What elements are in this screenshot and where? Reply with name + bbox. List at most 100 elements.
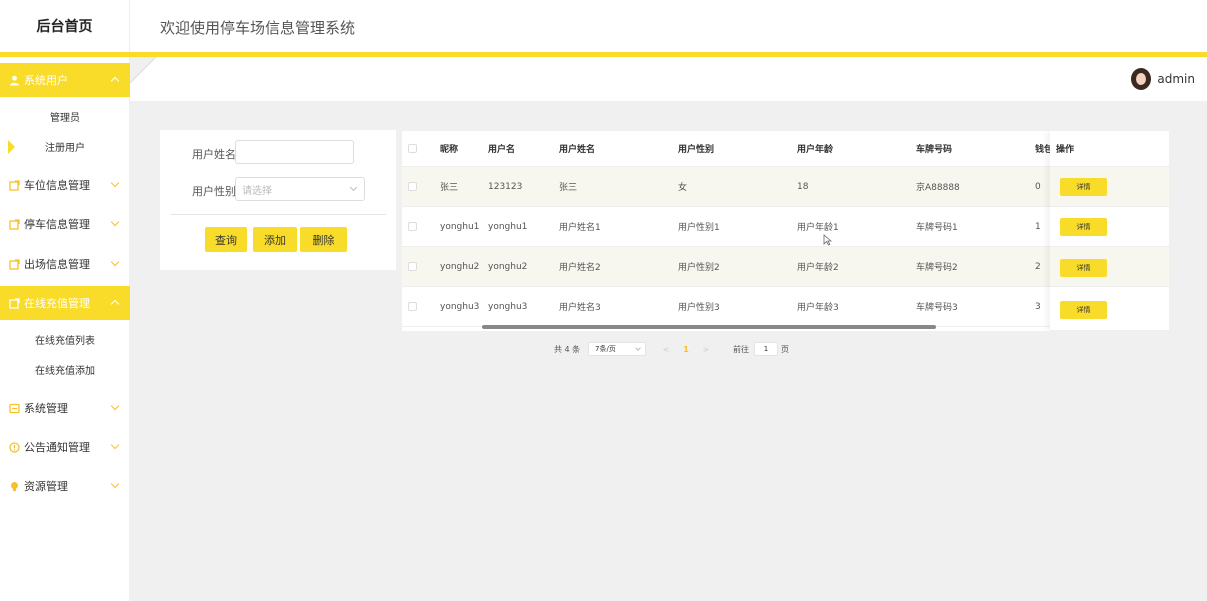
chevron-down-icon (349, 183, 358, 192)
bulb-icon (9, 481, 20, 492)
sidebar-item-system-users[interactable]: 系统用户 (0, 63, 130, 97)
cell-realname: 用户姓名2 (559, 263, 601, 273)
sidebar-item-announcements[interactable]: 公告通知管理 (0, 430, 130, 464)
sidebar-item-resources[interactable]: 资源管理 (0, 469, 130, 503)
edit-icon (9, 179, 20, 191)
col-nickname[interactable]: 昵称 (440, 131, 458, 166)
operation-column: 操作 详情 详情 详情 详情 (1050, 131, 1169, 331)
col-realname[interactable]: 用户姓名 (559, 131, 595, 166)
active-indicator-icon (8, 140, 15, 154)
col-wallet[interactable]: 钱包 (1035, 131, 1050, 166)
row-checkbox[interactable] (408, 207, 417, 246)
cell-age: 18 (797, 181, 809, 192)
prev-page-button[interactable]: < (656, 345, 676, 354)
detail-button[interactable]: 详情 (1060, 218, 1107, 236)
name-label: 用户姓名 (192, 148, 236, 161)
gender-placeholder: 请选择 (242, 185, 272, 197)
sidebar-item-label: 在线充值管理 (24, 297, 90, 310)
page-number-current[interactable]: 1 (676, 345, 696, 354)
cell-realname: 张三 (559, 183, 578, 193)
query-button[interactable]: 查询 (205, 227, 247, 252)
op-cell: 详情 (1050, 167, 1169, 207)
cell-gender: 女 (678, 183, 688, 193)
page-size-value: 7条/页 (595, 345, 616, 353)
goto-prefix: 前往 (733, 344, 749, 354)
username-label: admin (1157, 72, 1195, 86)
info-icon (9, 441, 20, 453)
gender-select[interactable]: 请选择 (235, 177, 365, 201)
name-input[interactable] (235, 140, 354, 164)
goto-suffix-wrap: 页 (781, 341, 789, 357)
sidebar-item-label: 出场信息管理 (24, 258, 90, 271)
cell-plate: 京A88888 (916, 183, 960, 193)
brand-title[interactable]: 后台首页 (0, 0, 130, 52)
sidebar-item-label: 系统管理 (24, 402, 68, 415)
col-age[interactable]: 用户年龄 (797, 131, 833, 166)
sidebar-subitem-admin[interactable]: 管理员 (0, 102, 130, 130)
sidebar-subitem-recharge-add[interactable]: 在线充值添加 (0, 355, 130, 383)
cell-realname: 用户姓名1 (559, 223, 601, 233)
sidebar-item-label: 资源管理 (24, 480, 68, 493)
sidebar-item-online-recharge[interactable]: 在线充值管理 (0, 286, 130, 320)
sidebar-item-system-management[interactable]: 系统管理 (0, 391, 130, 425)
goto-page-input[interactable]: 1 (754, 342, 778, 356)
monitor-icon (9, 403, 20, 414)
chevron-down-icon (110, 257, 120, 267)
cell-username: yonghu3 (488, 301, 528, 312)
row-checkbox[interactable] (408, 167, 417, 206)
row-checkbox[interactable] (408, 247, 417, 286)
sidebar-item-parking-space[interactable]: 车位信息管理 (0, 168, 130, 202)
pagination: 共 4 条 (554, 341, 580, 357)
cell-username: yonghu2 (488, 261, 528, 272)
add-button[interactable]: 添加 (253, 227, 297, 252)
chevron-down-icon (635, 345, 641, 351)
cell-age: 用户年龄2 (797, 263, 839, 273)
select-all-checkbox[interactable] (408, 131, 417, 166)
col-plate[interactable]: 车牌号码 (916, 131, 952, 166)
sidebar-subitem-recharge-list[interactable]: 在线充值列表 (0, 325, 130, 353)
chevron-up-icon (110, 76, 120, 86)
page-nav: < 1 > (656, 341, 720, 357)
sidebar-item-exit-info[interactable]: 出场信息管理 (0, 247, 130, 281)
sidebar-item-label: 公告通知管理 (24, 441, 90, 454)
top-header: 后台首页 欢迎使用停车场信息管理系统 (0, 0, 1207, 52)
chevron-down-icon (110, 401, 120, 411)
col-username[interactable]: 用户名 (488, 131, 515, 166)
sidebar-subitem-registered-users[interactable]: 注册用户 (0, 132, 130, 160)
collapse-toggle-icon[interactable] (130, 57, 156, 83)
detail-button[interactable]: 详情 (1060, 178, 1107, 196)
op-header: 操作 (1050, 131, 1169, 167)
chevron-down-icon (110, 217, 120, 227)
cell-plate: 车牌号码2 (916, 263, 958, 273)
table-horizontal-scrollbar[interactable] (482, 325, 936, 329)
cell-age: 用户年龄1 (797, 223, 839, 233)
sidebar-item-parking-info[interactable]: 停车信息管理 (0, 207, 130, 241)
delete-button[interactable]: 删除 (300, 227, 347, 252)
row-checkbox[interactable] (408, 287, 417, 326)
gender-label: 用户性别 (192, 185, 236, 198)
edit-icon (9, 218, 20, 230)
detail-button[interactable]: 详情 (1060, 301, 1107, 319)
user-table: 昵称 用户名 用户姓名 用户性别 用户年龄 车牌号码 钱包 张三 123123 … (402, 131, 1169, 331)
cell-plate: 车牌号码1 (916, 223, 958, 233)
goto-suffix: 页 (781, 344, 789, 354)
sidebar-item-label: 车位信息管理 (24, 179, 90, 192)
cell-wallet: 1 (1035, 221, 1041, 232)
cell-gender: 用户性别3 (678, 303, 720, 313)
chevron-up-icon (110, 299, 120, 309)
col-gender[interactable]: 用户性别 (678, 131, 714, 166)
cell-username: yonghu1 (488, 221, 528, 232)
cell-wallet: 2 (1035, 261, 1041, 272)
detail-button[interactable]: 详情 (1060, 259, 1107, 277)
sidebar-item-label: 停车信息管理 (24, 218, 90, 231)
cell-gender: 用户性别1 (678, 223, 720, 233)
edit-icon (9, 258, 20, 270)
cell-age: 用户年龄3 (797, 303, 839, 313)
goto-page: 前往 (733, 341, 749, 357)
divider (170, 214, 386, 215)
page-size-select[interactable]: 7条/页 (588, 342, 646, 356)
next-page-button[interactable]: > (696, 345, 716, 354)
pagination-total: 共 4 条 (554, 344, 581, 354)
cell-nickname: yonghu3 (440, 301, 480, 312)
user-menu[interactable]: admin (1131, 68, 1195, 90)
